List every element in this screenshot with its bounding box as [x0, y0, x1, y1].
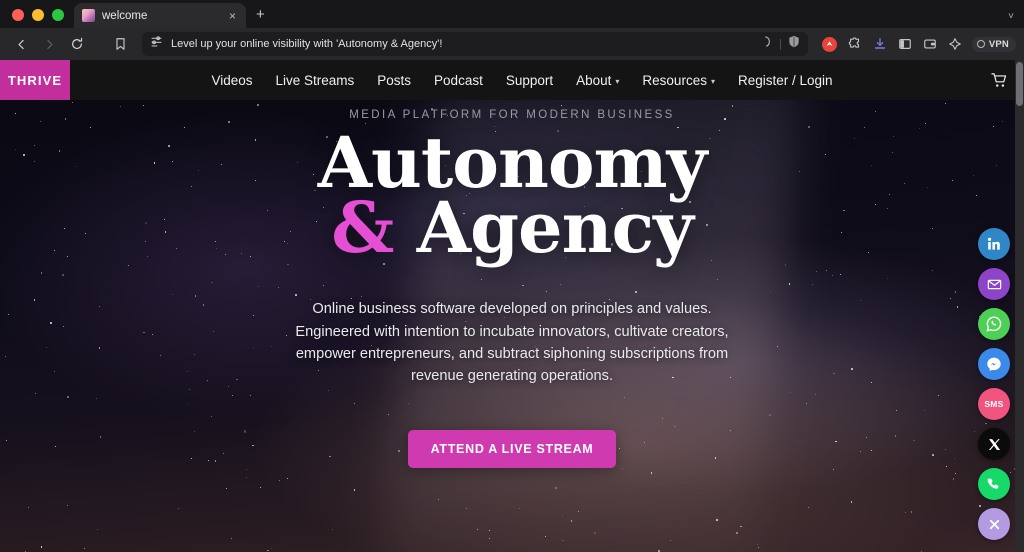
scrollbar-thumb[interactable]	[1016, 62, 1023, 106]
vpn-label: VPN	[988, 38, 1009, 50]
attend-live-stream-button[interactable]: ATTEND A LIVE STREAM	[407, 429, 617, 468]
page-viewport: THRIVE Videos Live Streams Posts Podcast…	[0, 60, 1024, 552]
browser-toolbar: Level up your online visibility with 'Au…	[0, 28, 1024, 60]
social-share-rail: SMS	[978, 228, 1010, 540]
nav-item-live-streams[interactable]: Live Streams	[276, 73, 355, 88]
headline-agency: Agency	[416, 186, 694, 270]
hero-description: Online business software developed on pr…	[295, 301, 729, 385]
nav-item-podcast[interactable]: Podcast	[434, 73, 483, 88]
maximize-window-button[interactable]	[52, 9, 64, 21]
nav-label: Podcast	[434, 72, 483, 88]
hero-kicker: MEDIA PLATFORM FOR MODERN BUSINESS	[349, 109, 675, 121]
nav-label: Register / Login	[737, 72, 833, 88]
forward-button[interactable]	[36, 31, 62, 57]
hero-headline: Autonomy & Agency	[0, 127, 1024, 263]
divider: |	[779, 38, 782, 50]
minimize-window-button[interactable]	[32, 9, 44, 21]
nav-label: Support	[505, 72, 554, 88]
nav-label: Live Streams	[275, 72, 355, 88]
chevron-down-icon[interactable]: ˅	[1008, 11, 1014, 22]
tab-title: welcome	[102, 9, 148, 22]
messenger-icon[interactable]	[978, 348, 1010, 380]
x-twitter-icon[interactable]	[978, 428, 1010, 460]
brave-wallet-icon[interactable]	[922, 36, 938, 52]
favicon-icon	[82, 9, 95, 22]
chevron-down-icon: ▾	[710, 76, 715, 86]
vpn-status-icon	[976, 40, 985, 48]
reload-button[interactable]	[64, 31, 90, 57]
reader-settings-icon[interactable]	[150, 35, 163, 53]
email-icon[interactable]	[978, 268, 1010, 300]
headline-ampersand: &	[331, 186, 394, 270]
address-bar[interactable]: Level up your online visibility with 'Au…	[142, 32, 808, 56]
sms-label: SMS	[984, 399, 1004, 409]
nav-label: Posts	[377, 72, 412, 88]
tab-strip: welcome × + ˅	[0, 0, 1024, 28]
browser-window: welcome × + ˅ Level up your online visib…	[0, 0, 1024, 552]
nav-item-about[interactable]: About ▾	[576, 73, 619, 88]
downloads-icon[interactable]	[872, 36, 888, 52]
nav-label: About	[576, 72, 612, 88]
site-navigation: THRIVE Videos Live Streams Posts Podcast…	[0, 60, 1024, 100]
url-text[interactable]: Level up your online visibility with 'Au…	[171, 38, 754, 50]
back-button[interactable]	[8, 31, 34, 57]
nav-item-posts[interactable]: Posts	[377, 73, 411, 88]
nav-item-videos[interactable]: Videos	[211, 73, 252, 88]
toolbar-icons: VPN	[816, 36, 1016, 52]
sidebar-icon[interactable]	[897, 36, 913, 52]
nav-label: Videos	[211, 72, 253, 88]
browser-tab[interactable]: welcome ×	[74, 3, 246, 28]
close-share-rail-icon[interactable]	[978, 508, 1010, 540]
hero-section: MEDIA PLATFORM FOR MODERN BUSINESS Auton…	[0, 100, 1024, 468]
sms-icon[interactable]: SMS	[978, 388, 1010, 420]
close-tab-icon[interactable]: ×	[227, 10, 238, 22]
brave-shield-icon[interactable]	[788, 35, 800, 53]
headline-line-2: & Agency	[0, 193, 1024, 263]
share-icon[interactable]	[762, 35, 773, 53]
extensions-icon[interactable]	[847, 36, 863, 52]
new-tab-button[interactable]: +	[246, 7, 275, 28]
nav-label: Resources	[642, 72, 707, 88]
chevron-down-icon: ▾	[615, 76, 620, 86]
nav-item-resources[interactable]: Resources ▾	[642, 73, 715, 88]
vpn-button[interactable]: VPN	[971, 36, 1016, 52]
bookmark-icon[interactable]	[106, 37, 134, 51]
nav-item-support[interactable]: Support	[506, 73, 553, 88]
nav-item-register-login[interactable]: Register / Login	[738, 73, 833, 88]
hero-cta-wrapper: ATTEND A LIVE STREAM	[0, 429, 1024, 468]
phone-icon[interactable]	[978, 468, 1010, 500]
window-controls	[8, 9, 74, 28]
whatsapp-icon[interactable]	[978, 308, 1010, 340]
address-bar-actions: |	[762, 35, 800, 53]
brave-rewards-icon[interactable]	[822, 36, 838, 52]
nav-links: Videos Live Streams Posts Podcast Suppor…	[70, 73, 974, 88]
close-window-button[interactable]	[12, 9, 24, 21]
page-scrollbar[interactable]	[1015, 60, 1024, 552]
brave-leo-icon[interactable]	[947, 36, 963, 52]
site-logo[interactable]: THRIVE	[0, 60, 70, 100]
linkedin-icon[interactable]	[978, 228, 1010, 260]
